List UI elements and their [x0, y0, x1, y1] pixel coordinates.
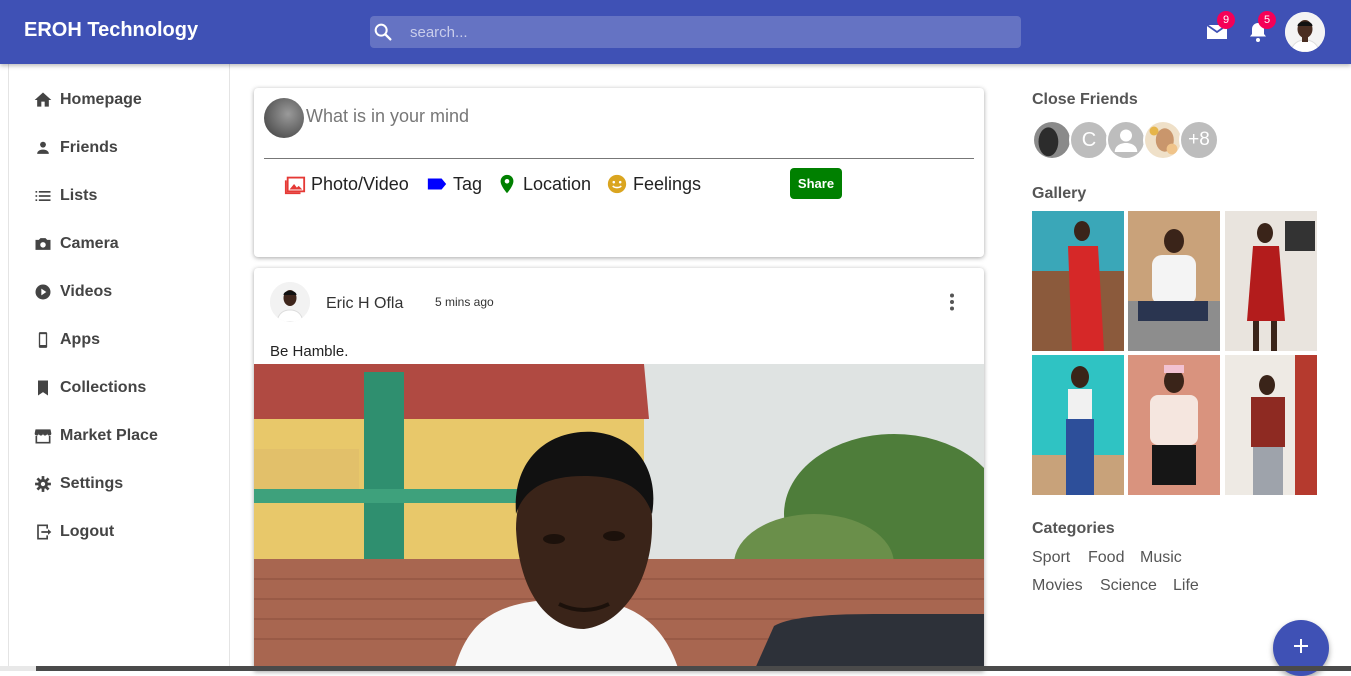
- sidebar-item-camera[interactable]: Camera: [33, 232, 213, 256]
- divider: [264, 158, 974, 159]
- composer-input[interactable]: What is in your mind: [306, 106, 469, 127]
- gallery-photo: [1225, 355, 1317, 495]
- play-icon: [35, 284, 51, 300]
- search-input[interactable]: [410, 16, 1010, 48]
- notification-badge: 5: [1258, 11, 1276, 29]
- category-link[interactable]: Music: [1140, 549, 1182, 567]
- friend-photo: [1034, 122, 1070, 158]
- friend-avatar[interactable]: [1032, 120, 1072, 160]
- plus-icon: [1294, 639, 1308, 653]
- post-photo[interactable]: [254, 364, 984, 671]
- gallery-photo: [1225, 211, 1317, 351]
- sidebar-item-logout[interactable]: Logout: [33, 520, 213, 544]
- post-composer: What is in your mind Photo/Video Tag Loc…: [254, 88, 984, 257]
- phone-icon: [38, 332, 48, 348]
- sidebar-item-friends[interactable]: Friends: [33, 136, 213, 160]
- feelings-label: Feelings: [633, 174, 702, 194]
- gallery-image[interactable]: [1032, 211, 1124, 351]
- category-link[interactable]: Life: [1173, 577, 1199, 595]
- feelings-option[interactable]: Feelings: [606, 172, 706, 196]
- photo-video-label: Photo/Video: [311, 174, 409, 194]
- sidebar-item-label: Settings: [60, 475, 124, 492]
- photo-icon: [284, 176, 306, 195]
- category-link[interactable]: Science: [1100, 577, 1157, 595]
- location-label: Location: [523, 174, 592, 194]
- camera-icon: [35, 238, 51, 250]
- default-person-icon: [1114, 129, 1138, 152]
- person-icon: [37, 141, 49, 154]
- notifications-button[interactable]: 5: [1246, 11, 1276, 44]
- post-author-avatar[interactable]: [270, 282, 310, 322]
- sidebar-item-lists[interactable]: Lists: [33, 184, 213, 208]
- user-avatar[interactable]: [1285, 12, 1325, 52]
- post-text: Be Hamble.: [270, 343, 349, 360]
- search-icon: [374, 23, 392, 41]
- horizontal-scrollbar[interactable]: [0, 666, 1351, 671]
- sidebar-item-label: Collections: [60, 379, 147, 396]
- sidebar-item-label: Logout: [60, 523, 115, 540]
- sidebar-item-homepage[interactable]: Homepage: [33, 88, 213, 112]
- sidebar-item-videos[interactable]: Videos: [33, 280, 213, 304]
- author-photo: [270, 282, 310, 322]
- close-friends-title: Close Friends: [1032, 91, 1138, 108]
- sidebar-item-label: Friends: [60, 139, 118, 156]
- gallery-image[interactable]: [1032, 355, 1124, 495]
- tag-label: Tag: [453, 174, 483, 194]
- location-pin-icon: [500, 174, 514, 194]
- sidebar-item-label: Videos: [60, 283, 113, 300]
- categories-title: Categories: [1032, 520, 1115, 537]
- friend-avatar[interactable]: [1143, 120, 1183, 160]
- gallery-photo: [1032, 355, 1124, 495]
- label-icon: [427, 178, 447, 190]
- smiley-icon: [607, 174, 627, 194]
- gallery-photo: [1128, 211, 1220, 351]
- search-box[interactable]: [370, 16, 1021, 48]
- category-link[interactable]: Sport: [1032, 549, 1070, 567]
- bookmark-icon: [38, 380, 48, 396]
- gear-icon: [35, 476, 51, 492]
- post-card: Eric H Ofla 5 mins ago Be Hamble.: [254, 268, 984, 671]
- more-friends-count[interactable]: +8: [1179, 120, 1219, 160]
- category-link[interactable]: Movies: [1032, 577, 1083, 595]
- tag-option[interactable]: Tag: [426, 172, 486, 196]
- logout-icon: [37, 524, 52, 540]
- friend-photo: [1145, 122, 1181, 158]
- sidebar: Homepage Friends Lists Camera Videos App…: [8, 64, 230, 671]
- sidebar-item-apps[interactable]: Apps: [33, 328, 213, 352]
- post-author[interactable]: Eric H Ofla: [326, 295, 403, 313]
- gallery-image[interactable]: [1225, 355, 1317, 495]
- sidebar-item-label: Lists: [60, 187, 98, 204]
- sidebar-item-label: Apps: [60, 331, 100, 348]
- more-vert-icon[interactable]: [940, 290, 964, 314]
- scrollbar-thumb[interactable]: [36, 666, 1351, 671]
- photo-video-option[interactable]: Photo/Video: [284, 172, 414, 196]
- friend-avatar[interactable]: C: [1069, 120, 1109, 160]
- user-photo: [1285, 12, 1325, 52]
- brand-title[interactable]: EROH Technology: [24, 19, 198, 42]
- gallery-title: Gallery: [1032, 185, 1087, 202]
- gallery-image[interactable]: [1128, 355, 1220, 495]
- composer-avatar: [264, 98, 304, 138]
- gallery-image[interactable]: [1225, 211, 1317, 351]
- sidebar-item-label: Camera: [60, 235, 119, 252]
- sidebar-item-label: Market Place: [60, 427, 158, 444]
- mail-button[interactable]: 9: [1205, 11, 1235, 44]
- gallery-image[interactable]: [1128, 211, 1220, 351]
- location-option[interactable]: Location: [496, 172, 596, 196]
- gallery-photo: [1032, 211, 1124, 351]
- friend-avatar[interactable]: [1106, 120, 1146, 160]
- home-icon: [34, 92, 52, 107]
- post-timestamp: 5 mins ago: [435, 295, 494, 309]
- list-icon: [35, 191, 51, 201]
- mail-badge: 9: [1217, 11, 1235, 29]
- share-button[interactable]: Share: [790, 168, 842, 199]
- category-link[interactable]: Food: [1088, 549, 1124, 567]
- storefront-icon: [34, 429, 52, 444]
- app-bar: EROH Technology 9 5: [0, 0, 1351, 64]
- gallery-photo: [1128, 355, 1220, 495]
- sidebar-item-market-place[interactable]: Market Place: [33, 424, 213, 448]
- sidebar-item-settings[interactable]: Settings: [33, 472, 213, 496]
- sidebar-item-label: Homepage: [60, 91, 142, 108]
- sidebar-item-collections[interactable]: Collections: [33, 376, 213, 400]
